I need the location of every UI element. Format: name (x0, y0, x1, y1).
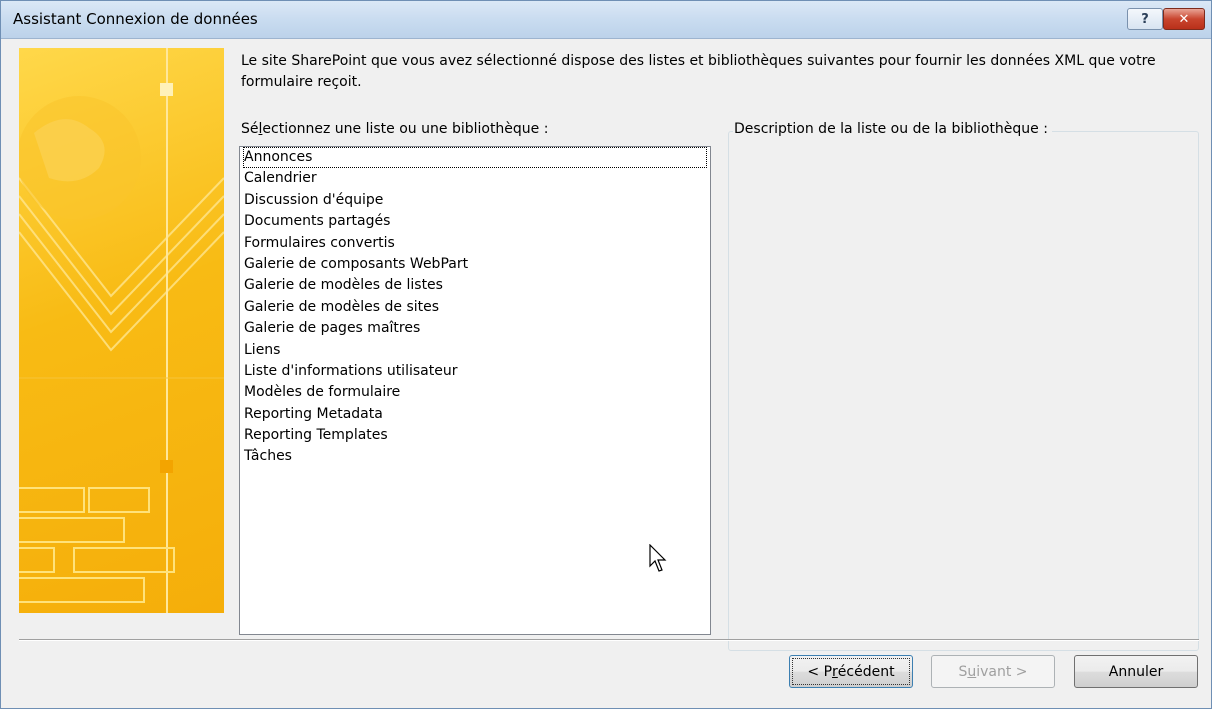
list-item[interactable]: Liens (243, 340, 707, 361)
cancel-button[interactable]: Annuler (1074, 655, 1198, 688)
description-groupbox (728, 131, 1199, 651)
list-label-part: ectionnez une liste ou une bibliothèque … (262, 121, 549, 137)
next-label-part: ivant > (976, 663, 1028, 680)
list-item[interactable]: Reporting Metadata (243, 404, 707, 425)
list-item[interactable]: Formulaires convertis (243, 233, 707, 254)
list-item[interactable]: Reporting Templates (243, 425, 707, 446)
wizard-content: Le site SharePoint que vous avez sélecti… (1, 39, 1211, 708)
previous-label-part: écédent (837, 663, 895, 680)
footer-separator (19, 639, 1199, 641)
mouse-pointer-icon (649, 544, 667, 572)
list-item[interactable]: Calendrier (243, 168, 707, 189)
list-item[interactable]: Documents partagés (243, 211, 707, 232)
list-item[interactable]: Liste d'informations utilisateur (243, 361, 707, 382)
close-button[interactable]: ✕ (1163, 8, 1205, 30)
list-label: Sélectionnez une liste ou une bibliothèq… (241, 121, 548, 137)
title-bar[interactable]: Assistant Connexion de données ? ✕ (1, 1, 1211, 39)
previous-button[interactable]: < Pr écédent (789, 655, 913, 688)
list-item[interactable]: Galerie de modèles de sites (243, 297, 707, 318)
list-item[interactable]: Discussion d'équipe (243, 190, 707, 211)
help-button[interactable]: ? (1127, 8, 1163, 30)
list-item[interactable]: Galerie de composants WebPart (243, 254, 707, 275)
next-label-part: S (958, 663, 968, 680)
list-item[interactable]: Annonces (243, 147, 707, 169)
next-button[interactable]: Su ivant > (931, 655, 1055, 688)
list-label-part: Sé (241, 121, 259, 137)
list-item[interactable]: Galerie de modèles de listes (243, 275, 707, 296)
intro-text: Le site SharePoint que vous avez sélecti… (241, 53, 1156, 90)
list-item[interactable]: Modèles de formulaire (243, 382, 707, 403)
previous-label-part: < P (807, 663, 833, 680)
list-item[interactable]: Tâches (243, 446, 707, 467)
description-label: Description de la liste ou de la bibliot… (733, 121, 1052, 137)
window-title: Assistant Connexion de données (13, 10, 258, 28)
next-accelerator: u (967, 663, 977, 680)
list-selection-box[interactable]: Annonces Calendrier Discussion d'équipe … (239, 146, 711, 635)
list-item[interactable]: Galerie de pages maîtres (243, 318, 707, 339)
wizard-window: Assistant Connexion de données ? ✕ Le si… (0, 0, 1212, 709)
